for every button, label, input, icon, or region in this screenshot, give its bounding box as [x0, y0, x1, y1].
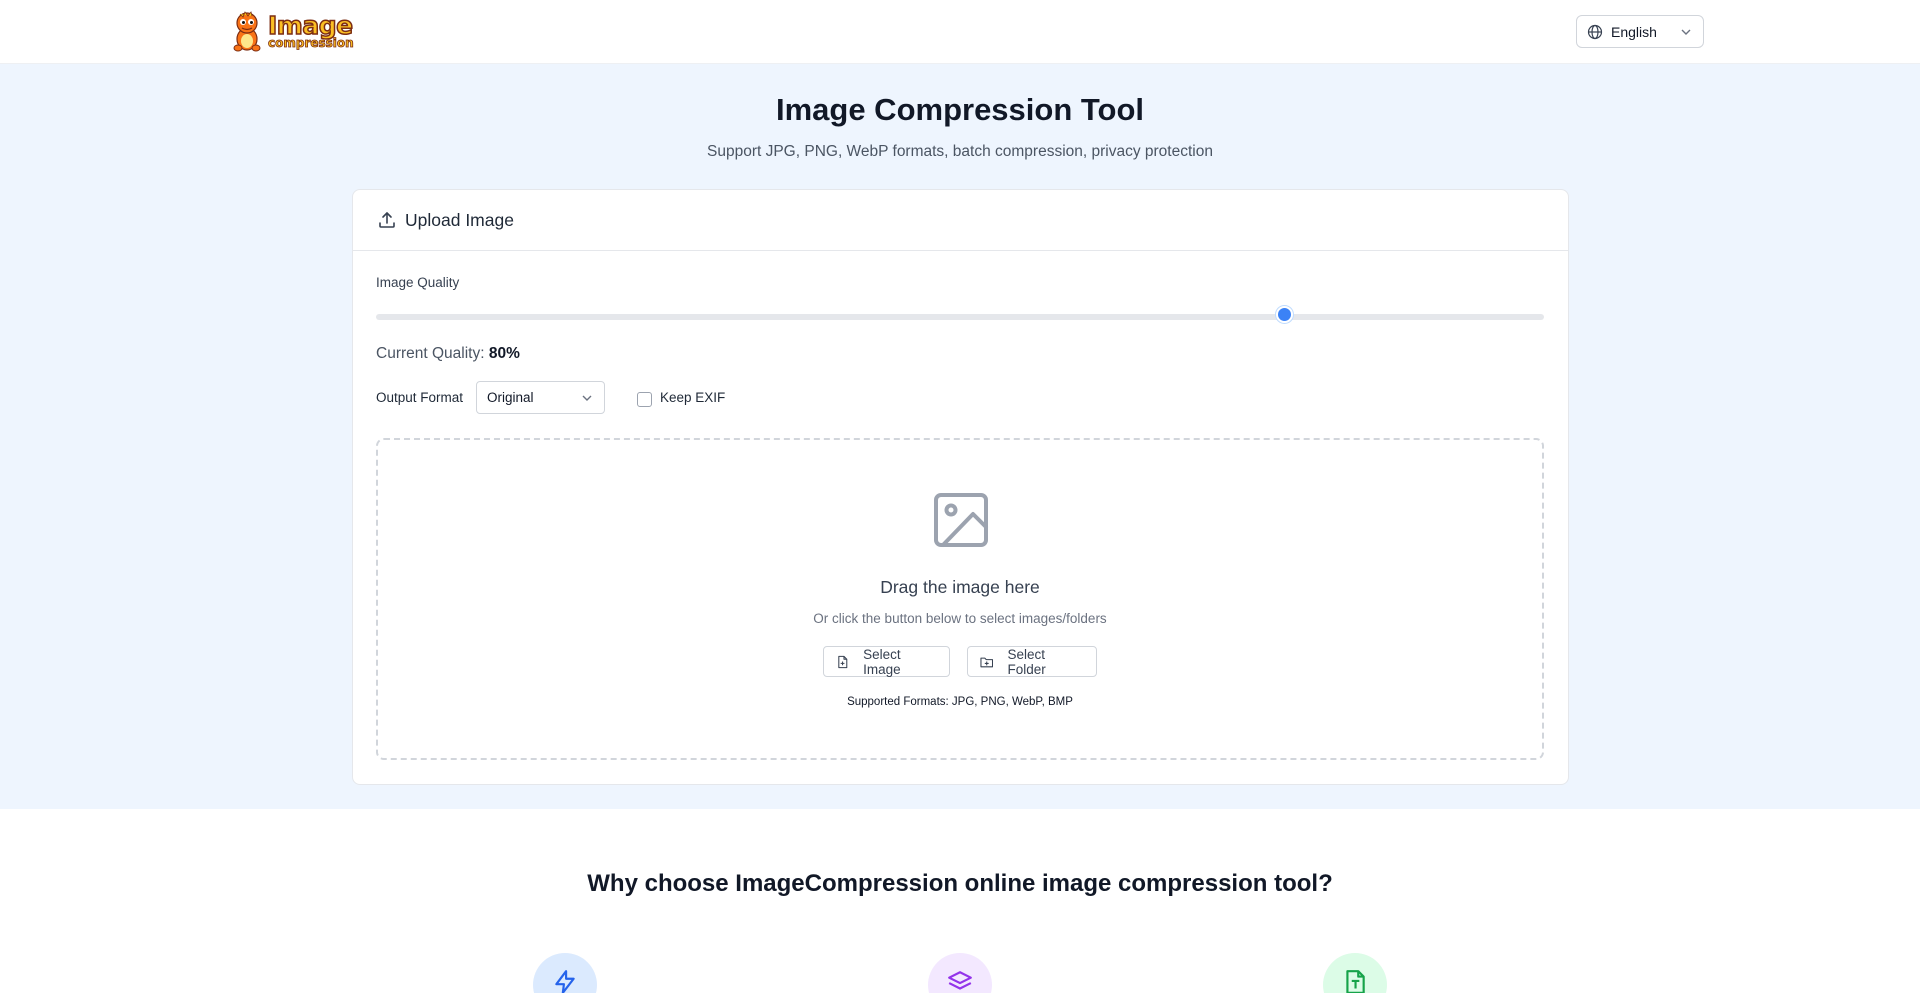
select-image-button[interactable]: Select Image: [823, 646, 950, 677]
folder-plus-icon: [980, 657, 994, 667]
image-icon: [934, 493, 988, 547]
feature-batch: [928, 953, 992, 993]
dinosaur-mascot-icon: [233, 11, 261, 52]
globe-icon: [1587, 24, 1603, 39]
dropzone-title: Drag the image here: [880, 577, 1040, 597]
keep-exif-checkbox[interactable]: [637, 392, 652, 407]
upload-card-title: Upload Image: [405, 209, 514, 230]
image-dropzone[interactable]: Drag the image here Or click the button …: [376, 438, 1544, 760]
current-quality: Current Quality: 80%: [376, 345, 520, 363]
dropzone-subtitle: Or click the button below to select imag…: [813, 611, 1107, 626]
file-plus-icon: [838, 655, 848, 668]
quality-slider-track[interactable]: [376, 314, 1544, 320]
upload-card: Upload Image Image Quality Current Quali…: [352, 189, 1569, 785]
supported-formats: Supported Formats: JPG, PNG, WebP, BMP: [847, 696, 1073, 708]
upload-card-header: Upload Image: [353, 190, 1568, 251]
logo-wordmark: Image compression: [267, 11, 355, 50]
features-heading: Why choose ImageCompression online image…: [587, 870, 1333, 897]
logo-line-2: compression: [268, 36, 355, 50]
layers-icon: [948, 971, 972, 990]
output-format-label: Output Format: [376, 390, 464, 405]
select-folder-label: Select Folder: [1007, 646, 1046, 677]
output-format-value: Original: [487, 390, 534, 405]
current-quality-label: Current Quality:: [376, 345, 485, 362]
select-image-label: Select Image: [863, 646, 901, 677]
feature-privacy: [1323, 953, 1387, 993]
page-subtitle: Support JPG, PNG, WebP formats, batch co…: [707, 143, 1213, 160]
language-value: English: [1611, 23, 1657, 40]
output-format-select[interactable]: Original: [476, 381, 605, 414]
page-title: Image Compression Tool: [775, 92, 1145, 127]
feature-speed: [533, 953, 597, 993]
keep-exif-label[interactable]: Keep EXIF: [660, 390, 725, 405]
image-quality-label: Image Quality: [376, 275, 460, 290]
select-folder-button[interactable]: Select Folder: [967, 646, 1097, 677]
lightning-icon: [555, 970, 575, 993]
quality-slider-thumb[interactable]: [1275, 306, 1293, 323]
upload-icon: [379, 212, 395, 228]
chevron-down-icon: [582, 395, 592, 401]
chevron-down-icon: [1681, 29, 1691, 35]
language-select[interactable]: English: [1576, 15, 1704, 48]
current-quality-value: 80%: [488, 345, 520, 362]
logo-line-1: Image: [267, 11, 354, 40]
file-text-icon: [1346, 970, 1365, 993]
site-header: Image compression English: [0, 0, 1920, 64]
site-logo[interactable]: Image compression: [230, 8, 362, 54]
